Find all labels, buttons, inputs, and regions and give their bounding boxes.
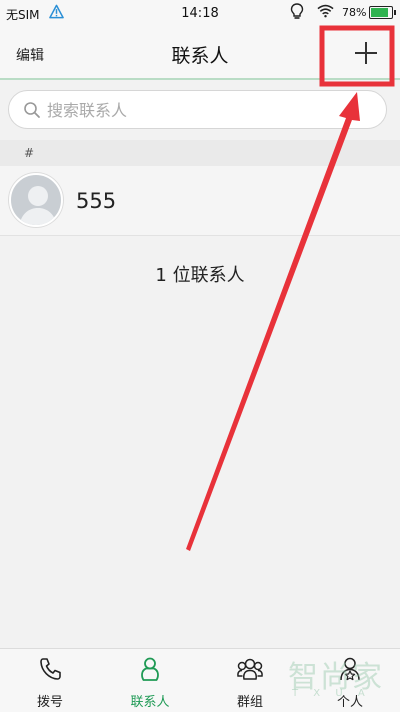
tab-dialer[interactable]: 拨号 — [0, 649, 100, 712]
avatar — [9, 173, 63, 227]
add-contact-button[interactable] — [352, 39, 380, 67]
tab-label: 拨号 — [36, 695, 63, 710]
tab-label: 联系人 — [130, 695, 170, 710]
clock: 14:18 — [181, 6, 219, 21]
battery-icon — [369, 6, 396, 19]
wifi-icon — [317, 4, 334, 18]
contact-name: 555 — [76, 189, 117, 213]
phone-icon — [40, 658, 61, 680]
search-box[interactable] — [8, 90, 387, 129]
list-item[interactable]: 555 — [0, 166, 400, 236]
bulb-icon — [290, 3, 304, 19]
battery-percent: 78% — [342, 6, 367, 19]
watermark-sub: T X U A — [292, 688, 371, 699]
group-icon — [237, 658, 263, 680]
search-input[interactable] — [47, 97, 367, 123]
search-icon — [24, 102, 40, 118]
nav-bar: 编辑 联系人 — [0, 26, 400, 80]
tab-label: 群组 — [236, 695, 263, 710]
contact-count: 1 位联系人 — [155, 265, 245, 286]
tab-contacts[interactable]: 联系人 — [100, 649, 200, 712]
status-bar: 无SIM 14:18 78% — [0, 0, 400, 26]
battery-nub — [394, 10, 396, 15]
tab-groups[interactable]: 群组 — [200, 649, 300, 712]
search-bar — [0, 82, 400, 138]
battery-fill — [371, 8, 389, 17]
contact-icon — [141, 657, 159, 681]
section-header: # — [0, 140, 400, 166]
default-avatar-icon — [19, 186, 57, 225]
page-title: 联系人 — [171, 45, 229, 67]
